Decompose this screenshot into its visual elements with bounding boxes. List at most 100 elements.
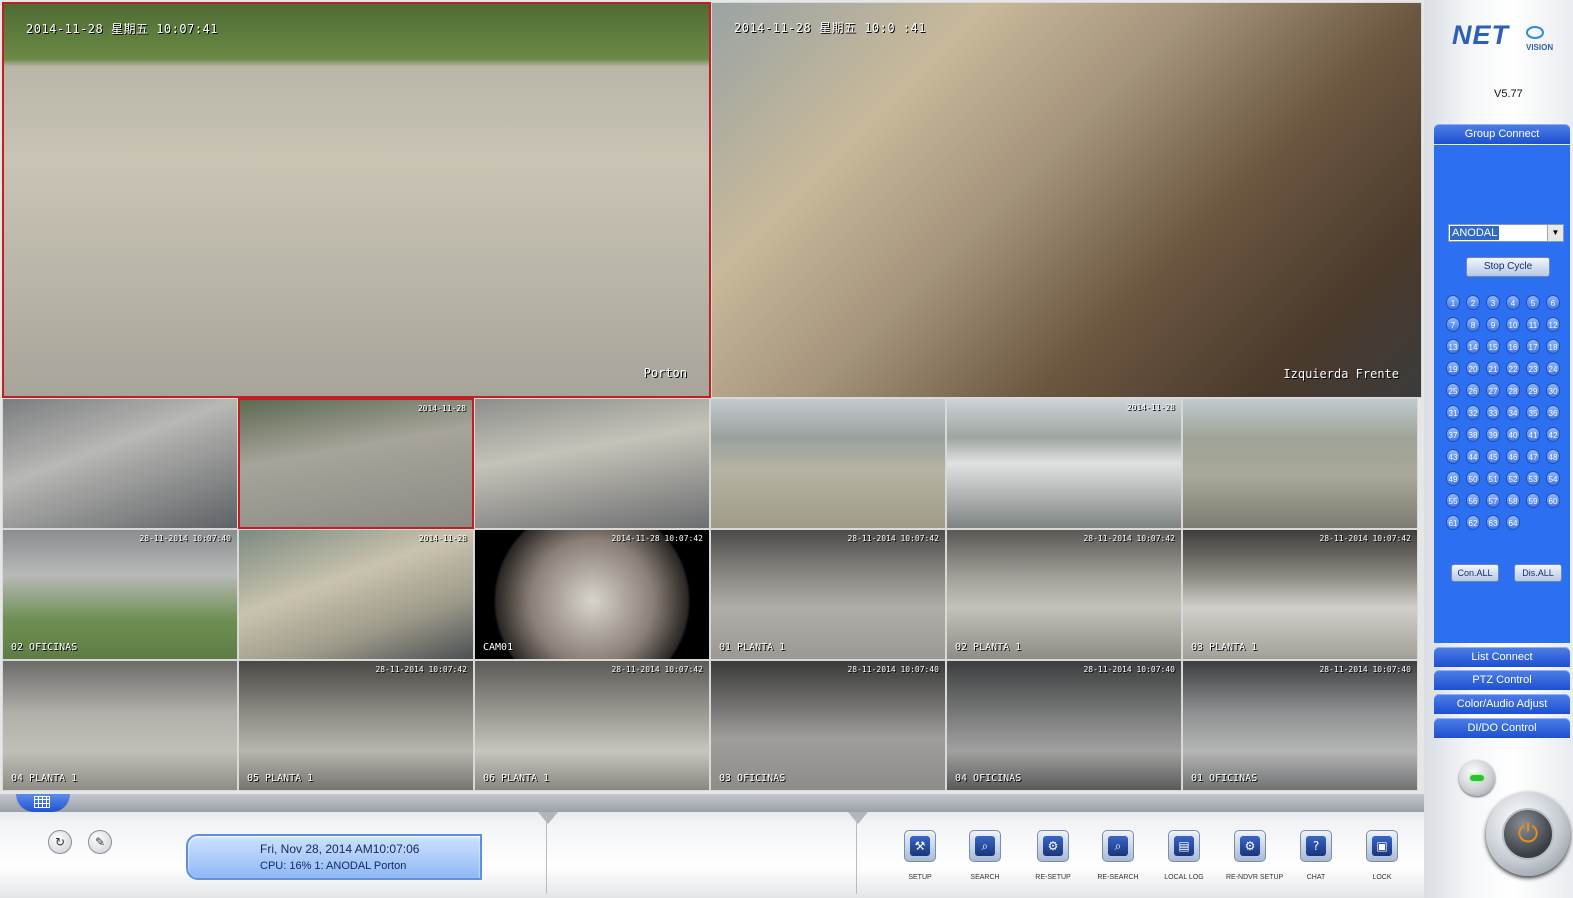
channel-button[interactable]: 27 <box>1486 383 1500 398</box>
channel-button[interactable]: 11 <box>1526 317 1540 332</box>
channel-button[interactable]: 42 <box>1546 427 1560 442</box>
channel-button[interactable]: 5 <box>1526 295 1540 310</box>
camera-view-2[interactable]: 2014-11-28 星期五 10:0 :41 Izquierda Frente <box>711 2 1422 398</box>
channel-button[interactable]: 25 <box>1446 383 1460 398</box>
channel-button[interactable]: 3 <box>1486 295 1500 310</box>
camera-view-15[interactable]: 04 PLANTA 1 <box>2 660 238 791</box>
setup-button[interactable]: ⚒ SETUP <box>896 830 944 881</box>
channel-button[interactable]: 9 <box>1486 317 1500 332</box>
dido-control-header[interactable]: DI/DO Control <box>1434 718 1570 738</box>
channel-button[interactable]: 40 <box>1506 427 1520 442</box>
group-select[interactable]: ANODAL ▼ <box>1448 224 1564 242</box>
list-connect-header[interactable]: List Connect <box>1434 647 1570 667</box>
camera-view-13[interactable]: 28-11-2014 10:07:42 02 PLANTA 1 <box>946 529 1182 660</box>
channel-button[interactable]: 8 <box>1466 317 1480 332</box>
search-button[interactable]: ⌕ SEARCH <box>961 830 1009 881</box>
camera-view-14[interactable]: 28-11-2014 10:07:42 03 PLANTA 1 <box>1182 529 1418 660</box>
connect-all-button[interactable]: Con.ALL <box>1451 564 1499 582</box>
channel-button[interactable]: 48 <box>1546 449 1560 464</box>
channel-button[interactable]: 39 <box>1486 427 1500 442</box>
camera-view-11[interactable]: 2014-11-28 10:07:42 CAM01 <box>474 529 710 660</box>
ptz-control-header[interactable]: PTZ Control <box>1434 670 1570 690</box>
channel-button[interactable]: 35 <box>1526 405 1540 420</box>
edit-button[interactable]: ✎ <box>88 830 112 854</box>
channel-button[interactable]: 34 <box>1506 405 1520 420</box>
camera-view-10[interactable]: 2014-11-28 <box>238 529 474 660</box>
channel-button[interactable]: 52 <box>1506 471 1520 486</box>
channel-button[interactable]: 33 <box>1486 405 1500 420</box>
camera-view-12[interactable]: 28-11-2014 10:07:42 01 PLANTA 1 <box>710 529 946 660</box>
channel-button[interactable]: 12 <box>1546 317 1560 332</box>
channel-button[interactable]: 50 <box>1466 471 1480 486</box>
channel-button[interactable]: 64 <box>1506 515 1520 530</box>
channel-button[interactable]: 7 <box>1446 317 1460 332</box>
channel-button[interactable]: 44 <box>1466 449 1480 464</box>
channel-button[interactable]: 14 <box>1466 339 1480 354</box>
channel-button[interactable]: 61 <box>1446 515 1460 530</box>
channel-button[interactable]: 63 <box>1486 515 1500 530</box>
channel-button[interactable]: 4 <box>1506 295 1520 310</box>
re-setup-button[interactable]: ⚙ RE-SETUP <box>1029 830 1077 881</box>
channel-button[interactable]: 60 <box>1546 493 1560 508</box>
camera-view-6[interactable] <box>710 398 946 529</box>
camera-view-9[interactable]: 28-11-2014 10:07:40 02 OFICINAS <box>2 529 238 660</box>
group-connect-header[interactable]: Group Connect <box>1434 124 1570 144</box>
power-button[interactable]: ⏻ <box>1486 792 1570 876</box>
channel-button[interactable]: 30 <box>1546 383 1560 398</box>
channel-button[interactable]: 2 <box>1466 295 1480 310</box>
channel-button[interactable]: 58 <box>1506 493 1520 508</box>
channel-button[interactable]: 57 <box>1486 493 1500 508</box>
channel-button[interactable]: 36 <box>1546 405 1560 420</box>
chevron-down-icon[interactable]: ▼ <box>1547 225 1563 241</box>
channel-button[interactable]: 22 <box>1506 361 1520 376</box>
channel-button[interactable]: 31 <box>1446 405 1460 420</box>
channel-button[interactable]: 18 <box>1546 339 1560 354</box>
channel-button[interactable]: 21 <box>1486 361 1500 376</box>
stop-cycle-button[interactable]: Stop Cycle <box>1466 257 1550 277</box>
channel-button[interactable]: 54 <box>1546 471 1560 486</box>
channel-button[interactable]: 16 <box>1506 339 1520 354</box>
channel-button[interactable]: 46 <box>1506 449 1520 464</box>
disconnect-all-button[interactable]: Dis.ALL <box>1514 564 1562 582</box>
status-indicator-button[interactable] <box>1459 760 1495 796</box>
camera-view-1[interactable]: 2014-11-28 星期五 10:07:41 Porton <box>2 2 711 398</box>
channel-button[interactable]: 23 <box>1526 361 1540 376</box>
channel-button[interactable]: 62 <box>1466 515 1480 530</box>
channel-button[interactable]: 32 <box>1466 405 1480 420</box>
channel-button[interactable]: 55 <box>1446 493 1460 508</box>
channel-button[interactable]: 41 <box>1526 427 1540 442</box>
color-audio-adjust-header[interactable]: Color/Audio Adjust <box>1434 694 1570 714</box>
channel-button[interactable]: 38 <box>1466 427 1480 442</box>
channel-button[interactable]: 1 <box>1446 295 1460 310</box>
chat-button[interactable]: ? CHAT <box>1292 830 1340 881</box>
channel-button[interactable]: 24 <box>1546 361 1560 376</box>
camera-view-20[interactable]: 28-11-2014 10:07:40 01 OFICINAS <box>1182 660 1418 791</box>
refresh-button[interactable]: ↻ <box>48 830 72 854</box>
channel-button[interactable]: 45 <box>1486 449 1500 464</box>
camera-view-19[interactable]: 28-11-2014 10:07:40 04 OFICINAS <box>946 660 1182 791</box>
channel-button[interactable]: 59 <box>1526 493 1540 508</box>
camera-view-16[interactable]: 28-11-2014 10:07:42 05 PLANTA 1 <box>238 660 474 791</box>
channel-button[interactable]: 19 <box>1446 361 1460 376</box>
channel-button[interactable]: 43 <box>1446 449 1460 464</box>
lock-button[interactable]: ▣ LOCK <box>1358 830 1406 881</box>
channel-button[interactable]: 47 <box>1526 449 1540 464</box>
local-log-button[interactable]: ▤ LOCAL LOG <box>1160 830 1208 881</box>
channel-button[interactable]: 20 <box>1466 361 1480 376</box>
channel-button[interactable]: 15 <box>1486 339 1500 354</box>
channel-button[interactable]: 13 <box>1446 339 1460 354</box>
camera-view-3[interactable] <box>2 398 238 529</box>
camera-view-7[interactable]: 2014-11-28 <box>946 398 1182 529</box>
channel-button[interactable]: 17 <box>1526 339 1540 354</box>
camera-view-17[interactable]: 28-11-2014 10:07:42 06 PLANTA 1 <box>474 660 710 791</box>
channel-button[interactable]: 53 <box>1526 471 1540 486</box>
camera-view-5[interactable] <box>474 398 710 529</box>
channel-button[interactable]: 56 <box>1466 493 1480 508</box>
camera-view-4[interactable]: 2014-11-28 <box>238 398 474 529</box>
re-ndvr-setup-button[interactable]: ⚙ RE-NDVR SETUP <box>1226 830 1283 881</box>
channel-button[interactable]: 37 <box>1446 427 1460 442</box>
channel-button[interactable]: 29 <box>1526 383 1540 398</box>
channel-button[interactable]: 49 <box>1446 471 1460 486</box>
channel-button[interactable]: 10 <box>1506 317 1520 332</box>
channel-button[interactable]: 6 <box>1546 295 1560 310</box>
